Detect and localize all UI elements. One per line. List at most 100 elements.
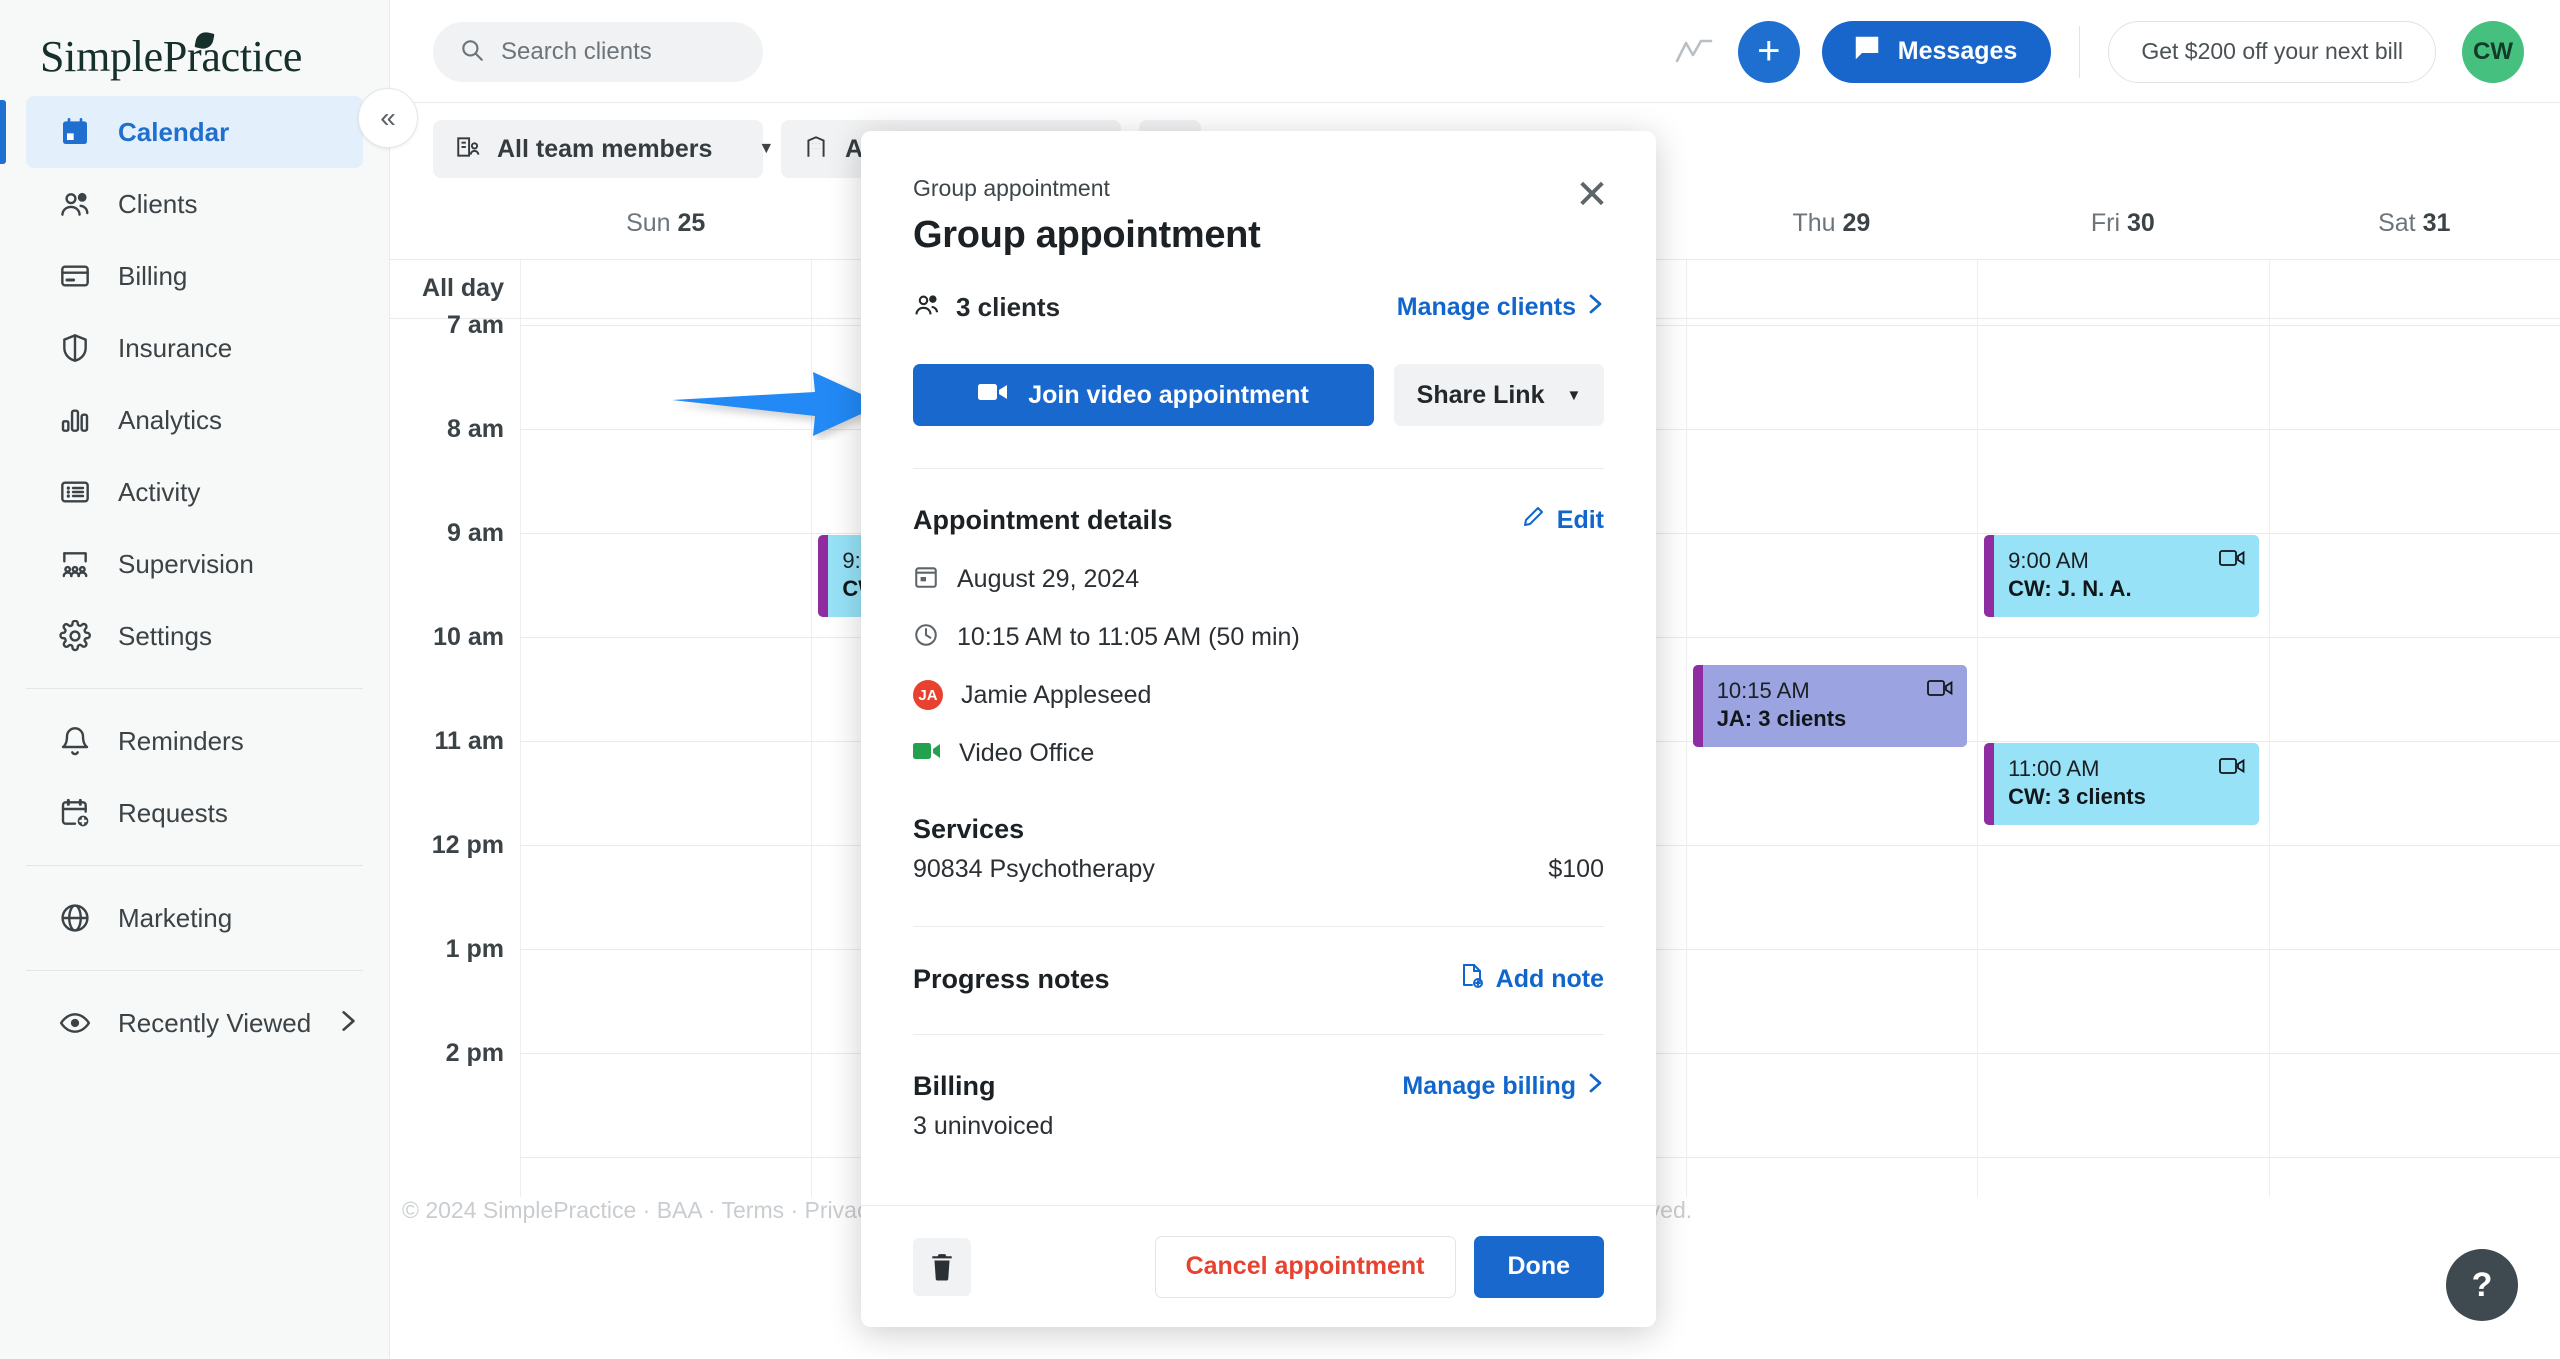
hour-gridline: [1978, 949, 2269, 950]
all-day-label: All day: [422, 274, 504, 302]
sidebar-divider: [26, 970, 363, 971]
hour-gridline: [521, 429, 812, 430]
calendar-event[interactable]: 10:15 AM JA: 3 clients: [1692, 665, 1968, 748]
hour-gridline: [521, 741, 812, 742]
sidebar-item-reminders[interactable]: Reminders: [26, 705, 363, 777]
avatar[interactable]: CW: [2462, 20, 2524, 83]
sidebar-item-settings[interactable]: Settings: [26, 600, 363, 672]
top-bar: Search clients + Messages Get $200 off y…: [390, 0, 2560, 103]
cancel-appointment-button[interactable]: Cancel appointment: [1154, 1235, 1456, 1298]
service-price: $100: [1548, 855, 1604, 883]
appointment-date: August 29, 2024: [957, 564, 1140, 593]
hour-gridline: [1978, 845, 2269, 846]
day-header-thu[interactable]: Thu 29: [1686, 195, 1977, 259]
time-label: 12 pm: [431, 831, 504, 859]
sidebar-item-label: Marketing: [118, 902, 233, 933]
hour-gridline: [521, 1157, 812, 1158]
day-column-sun[interactable]: [520, 319, 812, 1197]
calendar-add-icon: [58, 796, 92, 830]
app-root: SimplePractice Calendar Clients Billing Ins…: [0, 0, 2560, 1359]
done-button[interactable]: Done: [1473, 1235, 1604, 1298]
add-button[interactable]: +: [1737, 20, 1800, 83]
edit-appointment-link[interactable]: Edit: [1521, 505, 1604, 536]
day-column-thu[interactable]: 10:15 AM JA: 3 clients: [1685, 319, 1978, 1197]
billing-title: Billing: [913, 1071, 996, 1101]
trash-icon[interactable]: [913, 1237, 971, 1296]
messages-button[interactable]: Messages: [1821, 20, 2052, 83]
all-day-cell[interactable]: [1685, 260, 1977, 318]
sidebar-item-insurance[interactable]: Insurance: [26, 312, 363, 384]
manage-billing-label: Manage billing: [1402, 1072, 1576, 1100]
event-color-stripe: [1984, 743, 1995, 826]
manage-billing-link[interactable]: Manage billing: [1402, 1071, 1604, 1102]
event-body: 11:00 AM CW: 3 clients: [1994, 743, 2258, 825]
day-header-fri[interactable]: Fri 30: [1977, 195, 2268, 259]
sidebar-item-label: Settings: [118, 620, 212, 651]
sidebar-item-clients[interactable]: Clients: [26, 168, 363, 240]
sidebar: SimplePractice Calendar Clients Billing Ins…: [0, 0, 390, 1359]
calendar-event[interactable]: 11:00 AM CW: 3 clients: [1984, 743, 2259, 826]
clients-icon: [58, 187, 92, 221]
sidebar-item-label: Billing: [118, 260, 188, 291]
manage-clients-link[interactable]: Manage clients: [1397, 292, 1604, 323]
pencil-icon: [1521, 505, 1545, 536]
sidebar-item-recently-viewed[interactable]: Recently Viewed: [26, 987, 363, 1059]
add-note-link[interactable]: Add note: [1460, 963, 1604, 996]
join-label: Join video appointment: [1028, 380, 1309, 409]
share-link-button[interactable]: Share Link ▼: [1394, 364, 1604, 426]
hour-gridline: [1978, 1053, 2269, 1054]
close-icon[interactable]: ✕: [1568, 171, 1616, 219]
sidebar-item-label: Insurance: [118, 332, 233, 363]
sidebar-divider: [26, 865, 363, 866]
join-video-appointment-button[interactable]: Join video appointment: [913, 364, 1374, 426]
trend-line-icon[interactable]: [1666, 24, 1722, 80]
modal-footer: Cancel appointment Done: [861, 1205, 1656, 1327]
time-label: 1 pm: [445, 935, 504, 963]
hour-gridline: [2269, 1157, 2560, 1158]
eye-icon: [58, 1006, 92, 1040]
search-input[interactable]: Search clients: [433, 22, 763, 82]
sidebar-item-requests[interactable]: Requests: [26, 777, 363, 849]
hour-gridline: [1686, 1053, 1978, 1054]
app-logo[interactable]: SimplePractice: [40, 28, 302, 84]
day-header-sat[interactable]: Sat 31: [2269, 195, 2560, 259]
note-add-icon: [1460, 963, 1484, 996]
calendar-event[interactable]: 9:00 AM CW: J. N. A.: [1984, 535, 2259, 618]
day-column-fri[interactable]: 9:00 AM CW: J. N. A. 11:00 AM CW: 3 clients: [1977, 319, 2269, 1197]
sidebar-item-billing[interactable]: Billing: [26, 240, 363, 312]
all-day-cell[interactable]: [2268, 260, 2560, 318]
time-gutter: 7 am 8 am 9 am 10 am 11 am 12 pm 1 pm 2 pm: [390, 311, 520, 1197]
time-label: 11 am: [434, 727, 504, 755]
appointment-location-row: Video Office: [913, 724, 1604, 782]
sidebar-item-label: Calendar: [118, 116, 230, 147]
time-label: 9 am: [447, 519, 504, 547]
promo-button[interactable]: Get $200 off your next bill: [2108, 20, 2436, 83]
video-camera-icon: [978, 381, 1008, 410]
appointment-time: 10:15 AM to 11:05 AM (50 min): [957, 622, 1300, 651]
day-column-sat[interactable]: [2268, 319, 2560, 1197]
sidebar-item-activity[interactable]: Activity: [26, 456, 363, 528]
collapse-sidebar-button[interactable]: «: [358, 88, 418, 148]
hour-gridline: [521, 637, 812, 638]
chevron-right-icon: [1588, 292, 1604, 323]
all-day-cell[interactable]: [1977, 260, 2268, 318]
sidebar-item-calendar[interactable]: Calendar: [0, 96, 363, 168]
team-members-filter[interactable]: All team members ▼: [433, 120, 774, 178]
calendar-icon: [58, 115, 92, 149]
service-name: 90834 Psychotherapy: [913, 855, 1155, 883]
hour-gridline: [1686, 949, 1978, 950]
hour-gridline: [1686, 845, 1978, 846]
billing-status: 3 uninvoiced: [913, 1112, 1054, 1140]
sidebar-item-analytics[interactable]: Analytics: [26, 384, 363, 456]
event-title: CW: J. N. A.: [2008, 575, 2132, 601]
help-button[interactable]: ?: [2446, 1249, 2518, 1321]
all-day-cell[interactable]: [520, 260, 811, 318]
day-header-sun[interactable]: Sun 25: [520, 195, 811, 259]
building-icon: [803, 134, 829, 165]
sidebar-item-label: Clients: [118, 188, 198, 219]
billing-header: Billing Manage billing: [913, 1071, 1604, 1102]
sidebar-item-supervision[interactable]: Supervision: [26, 528, 363, 600]
hour-gridline: [1978, 325, 2269, 326]
sidebar-item-marketing[interactable]: Marketing: [26, 882, 363, 954]
calendar-icon: [913, 564, 939, 595]
